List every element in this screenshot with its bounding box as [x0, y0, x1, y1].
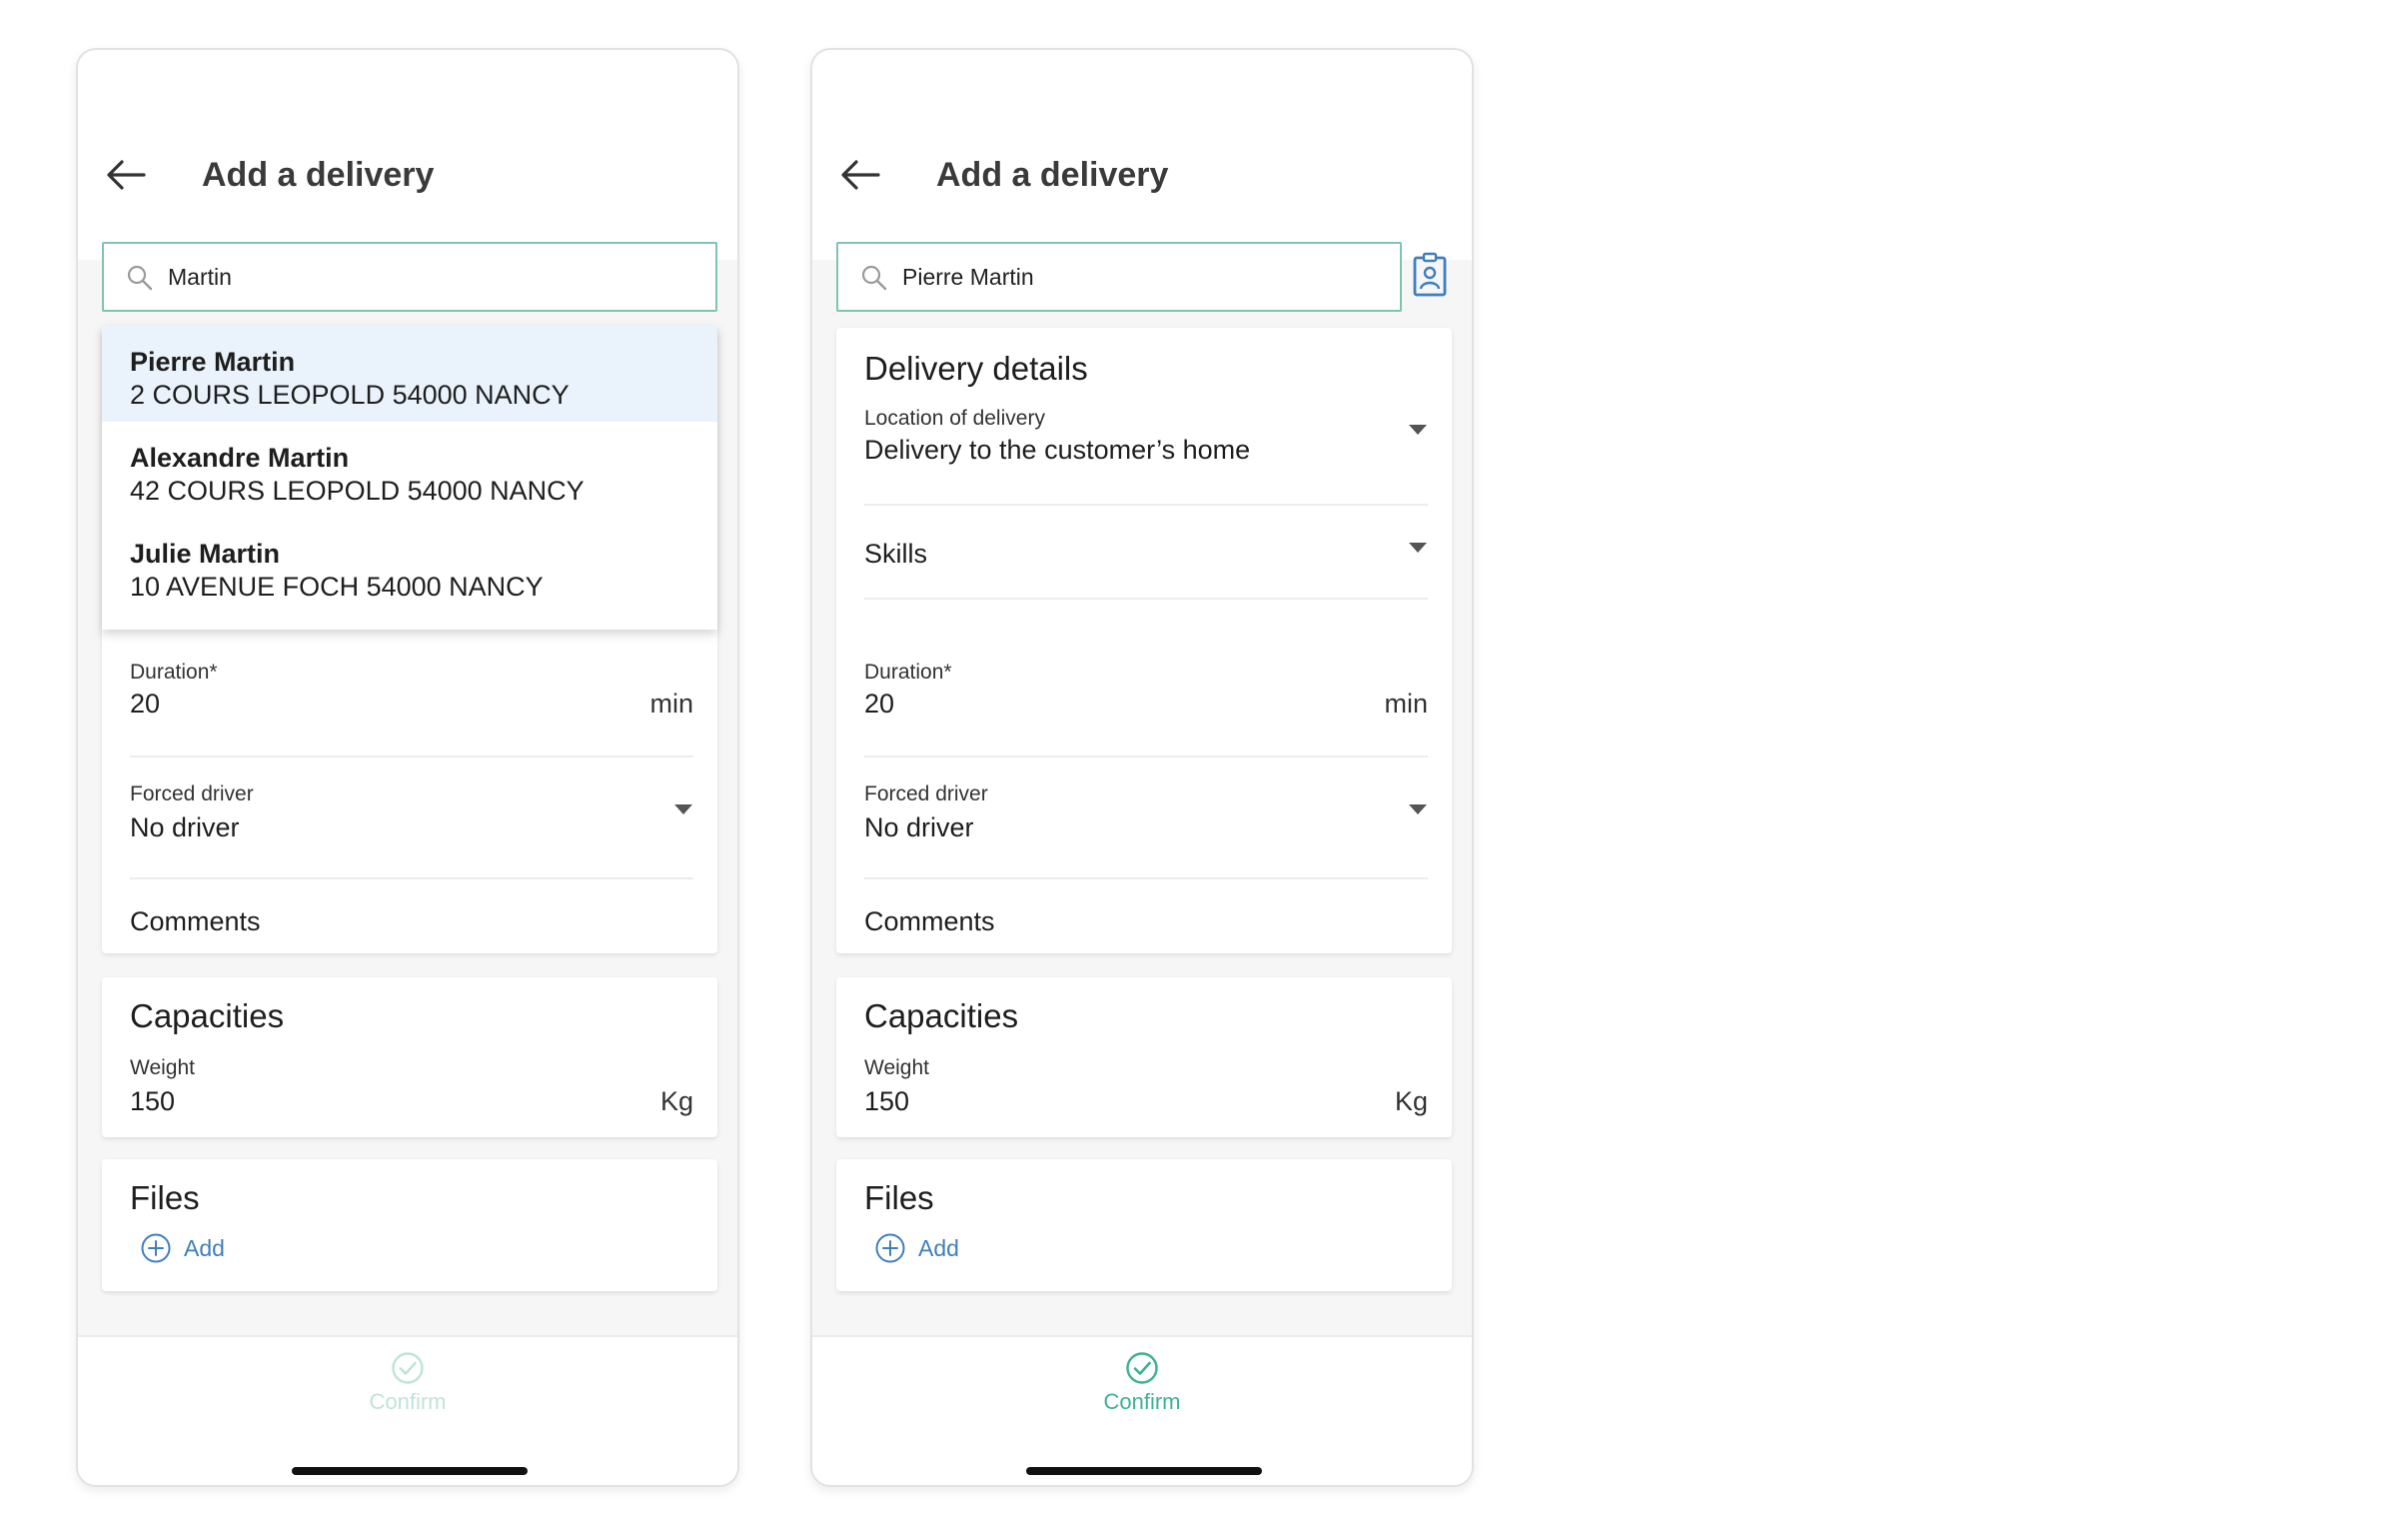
skills-field[interactable]: Skills — [864, 538, 927, 570]
duration-label: Duration* — [864, 661, 952, 684]
search-box[interactable] — [102, 242, 717, 312]
comments-field[interactable]: Comments — [130, 905, 261, 937]
confirm-button[interactable]: Confirm — [338, 1351, 478, 1421]
caret-down-icon[interactable] — [1408, 424, 1428, 436]
search-box[interactable] — [836, 242, 1402, 312]
phone-screen-delivery-form: Add a delivery Delivery details Location… — [810, 48, 1474, 1487]
page-title: Add a delivery — [202, 156, 435, 194]
arrow-left-icon[interactable] — [104, 157, 148, 193]
confirm-label: Confirm — [1103, 1389, 1181, 1414]
plus-circle-icon — [141, 1233, 171, 1263]
top-bar: Add a delivery — [78, 50, 737, 260]
capacities-title: Capacities — [130, 997, 285, 1034]
location-value[interactable]: Delivery to the customer’s home — [864, 434, 1250, 466]
suggestion-address: 2 COURS LEOPOLD 54000 NANCY — [130, 380, 570, 410]
add-file-label: Add — [918, 1234, 959, 1261]
suggestion-item[interactable]: Julie Martin 10 AVENUE FOCH 54000 NANCY — [102, 518, 717, 614]
bottom-bar: Confirm — [78, 1335, 737, 1485]
capacities-card: Capacities Weight 150 Kg — [102, 977, 717, 1137]
search-input[interactable] — [168, 244, 647, 310]
forced-driver-label: Forced driver — [864, 782, 988, 805]
check-circle-icon — [1126, 1352, 1158, 1384]
suggestion-item[interactable]: Pierre Martin 2 COURS LEOPOLD 54000 NANC… — [102, 326, 717, 422]
weight-label: Weight — [130, 1056, 195, 1079]
weight-label: Weight — [864, 1056, 929, 1079]
add-file-button[interactable]: Add — [140, 1231, 225, 1265]
divider — [864, 756, 1428, 758]
duration-unit: min — [1384, 689, 1428, 719]
divider — [130, 877, 693, 879]
top-bar: Add a delivery — [812, 50, 1472, 260]
duration-value[interactable]: 20 — [130, 688, 160, 720]
duration-label: Duration* — [130, 661, 218, 684]
caret-down-icon[interactable] — [1408, 803, 1428, 815]
weight-unit: Kg — [659, 1086, 693, 1116]
capacities-card: Capacities Weight 150 Kg — [836, 977, 1452, 1137]
delivery-details-card: Delivery details Location of delivery De… — [836, 328, 1452, 953]
weight-unit: Kg — [1394, 1086, 1428, 1116]
duration-value[interactable]: 20 — [864, 688, 894, 720]
forced-driver-label: Forced driver — [130, 782, 254, 805]
home-indicator — [1026, 1467, 1262, 1475]
add-file-label: Add — [184, 1234, 225, 1261]
add-file-button[interactable]: Add — [874, 1231, 959, 1265]
comments-field[interactable]: Comments — [864, 905, 995, 937]
confirm-button[interactable]: Confirm — [1072, 1351, 1212, 1421]
plus-circle-icon — [875, 1233, 905, 1263]
suggestion-name: Alexandre Martin — [130, 443, 350, 473]
delivery-details-title: Delivery details — [864, 350, 1088, 387]
files-card: Files Add — [102, 1159, 717, 1291]
divider — [864, 877, 1428, 879]
files-title: Files — [130, 1179, 200, 1216]
suggestion-item[interactable]: Alexandre Martin 42 COURS LEOPOLD 54000 … — [102, 422, 717, 518]
suggestion-name: Pierre Martin — [130, 347, 296, 377]
location-label: Location of delivery — [864, 407, 1045, 430]
divider — [130, 756, 693, 758]
caret-down-icon[interactable] — [1408, 542, 1428, 554]
suggestion-address: 42 COURS LEOPOLD 54000 NANCY — [130, 476, 585, 506]
home-indicator — [292, 1467, 528, 1475]
arrow-left-icon[interactable] — [838, 157, 882, 193]
confirm-label: Confirm — [369, 1389, 447, 1414]
files-card: Files Add — [836, 1159, 1452, 1291]
id-badge-icon[interactable] — [1412, 252, 1448, 298]
divider — [864, 598, 1428, 600]
weight-value[interactable]: 150 — [864, 1085, 909, 1117]
suggestion-name: Julie Martin — [130, 539, 281, 569]
suggestion-address: 10 AVENUE FOCH 54000 NANCY — [130, 572, 544, 602]
page-title: Add a delivery — [936, 156, 1169, 194]
weight-value[interactable]: 150 — [130, 1085, 175, 1117]
forced-driver-value[interactable]: No driver — [864, 811, 974, 843]
capacities-title: Capacities — [864, 997, 1019, 1034]
divider — [864, 504, 1428, 506]
phone-screen-search-suggestions: Add a delivery Duration* 20 min Forced d… — [76, 48, 739, 1487]
files-title: Files — [864, 1179, 934, 1216]
search-icon — [861, 265, 887, 291]
search-suggestions-dropdown: Pierre Martin 2 COURS LEOPOLD 54000 NANC… — [102, 326, 717, 630]
search-input[interactable] — [902, 244, 1382, 310]
bottom-bar: Confirm — [812, 1335, 1472, 1485]
search-icon — [127, 265, 153, 291]
check-circle-icon — [392, 1352, 424, 1384]
forced-driver-value[interactable]: No driver — [130, 811, 240, 843]
duration-unit: min — [649, 689, 693, 719]
caret-down-icon[interactable] — [673, 803, 693, 815]
